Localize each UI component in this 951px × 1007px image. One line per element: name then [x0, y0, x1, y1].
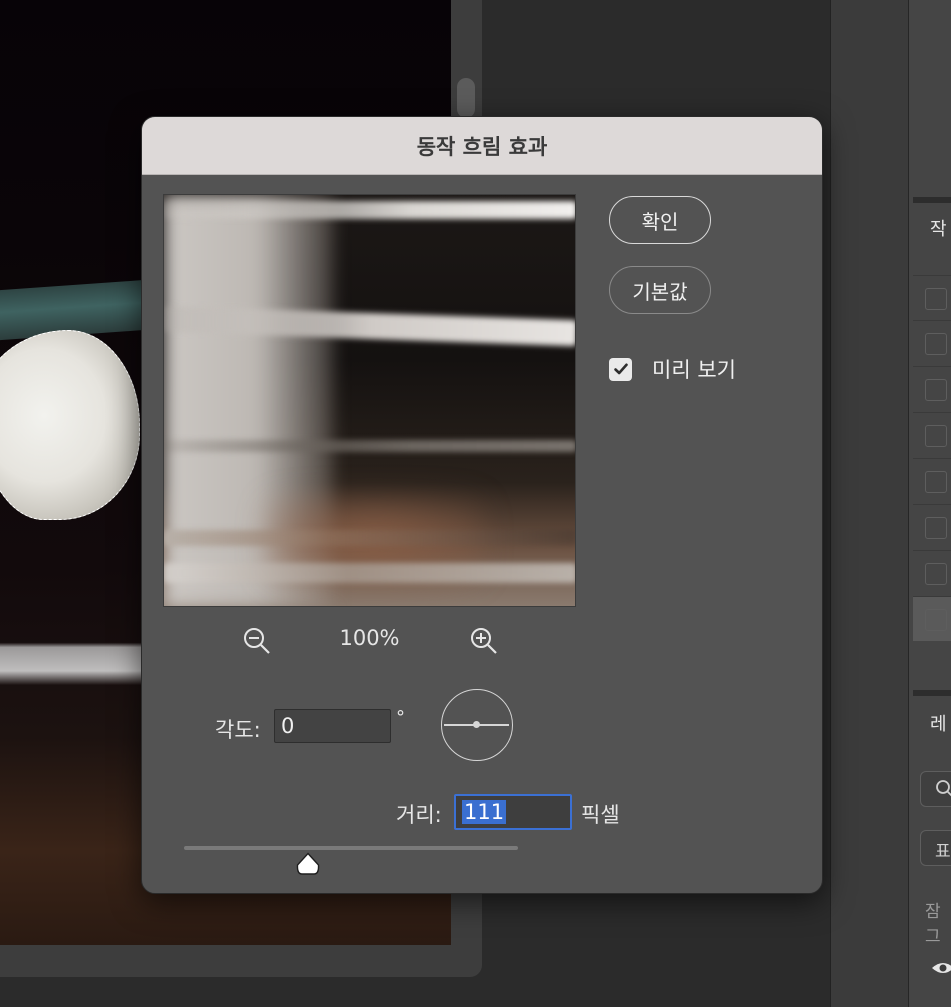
- angle-input[interactable]: 0: [274, 709, 391, 743]
- default-button[interactable]: 기본값: [609, 266, 711, 314]
- eye-icon[interactable]: [930, 958, 951, 978]
- checkmark-icon: [613, 363, 628, 375]
- panel-header-label[interactable]: 작: [930, 215, 947, 241]
- canvas-scrollbar[interactable]: [457, 78, 475, 118]
- preview-zoom-controls: 100%: [163, 617, 576, 663]
- zoom-level: 100%: [339, 626, 400, 650]
- panel-divider: [913, 690, 951, 696]
- search-icon: [936, 780, 951, 797]
- slider-thumb-icon[interactable]: [295, 852, 321, 876]
- distance-slider[interactable]: [184, 846, 518, 850]
- layers-panel-label[interactable]: 레: [930, 710, 947, 736]
- angle-unit: °: [396, 707, 405, 728]
- angle-dial-icon[interactable]: [441, 689, 513, 761]
- preview-checkbox[interactable]: [609, 357, 632, 381]
- layer-filter-field[interactable]: 표: [920, 830, 951, 866]
- preview-toggle[interactable]: 미리 보기: [609, 354, 736, 384]
- distance-input[interactable]: 111: [454, 794, 572, 830]
- distance-label: 거리:: [396, 803, 442, 827]
- distance-unit: 픽셀: [581, 803, 620, 827]
- panel-list-item[interactable]: [913, 275, 951, 320]
- ok-button[interactable]: 확인: [609, 196, 711, 244]
- panel-list-item[interactable]: [913, 412, 951, 457]
- panel-list-item[interactable]: [913, 550, 951, 595]
- dialog-titlebar[interactable]: 동작 흐림 효과: [142, 117, 822, 175]
- filter-label: 표: [935, 842, 951, 862]
- panel-divider: [913, 197, 951, 203]
- distance-value: 111: [462, 800, 507, 824]
- panel-list-item[interactable]: [913, 504, 951, 549]
- preview-label: 미리 보기: [652, 358, 736, 382]
- dialog-title: 동작 흐림 효과: [416, 134, 548, 159]
- lock-label: 잠그: [925, 902, 941, 947]
- panel-list-item[interactable]: [913, 596, 951, 641]
- motion-blur-dialog: 동작 흐림 효과 100% 확인 기본값 미리 보기 각도: 0 ° 거리: 1…: [141, 116, 823, 894]
- layer-search-field[interactable]: [920, 771, 951, 807]
- panel-list-item[interactable]: [913, 320, 951, 365]
- filter-preview[interactable]: [163, 194, 576, 607]
- zoom-in-icon[interactable]: [468, 625, 500, 657]
- selection-marquee: [0, 330, 140, 520]
- angle-label: 각도:: [215, 718, 261, 742]
- panel-list-item[interactable]: [913, 458, 951, 503]
- panel-list-item[interactable]: [913, 366, 951, 411]
